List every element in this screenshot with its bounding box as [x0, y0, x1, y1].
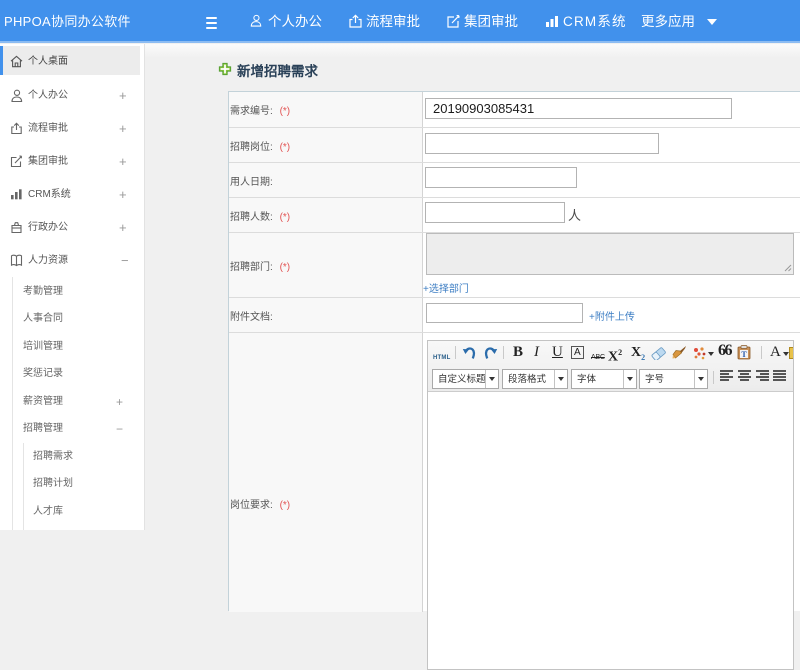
- svg-text:T: T: [741, 350, 747, 359]
